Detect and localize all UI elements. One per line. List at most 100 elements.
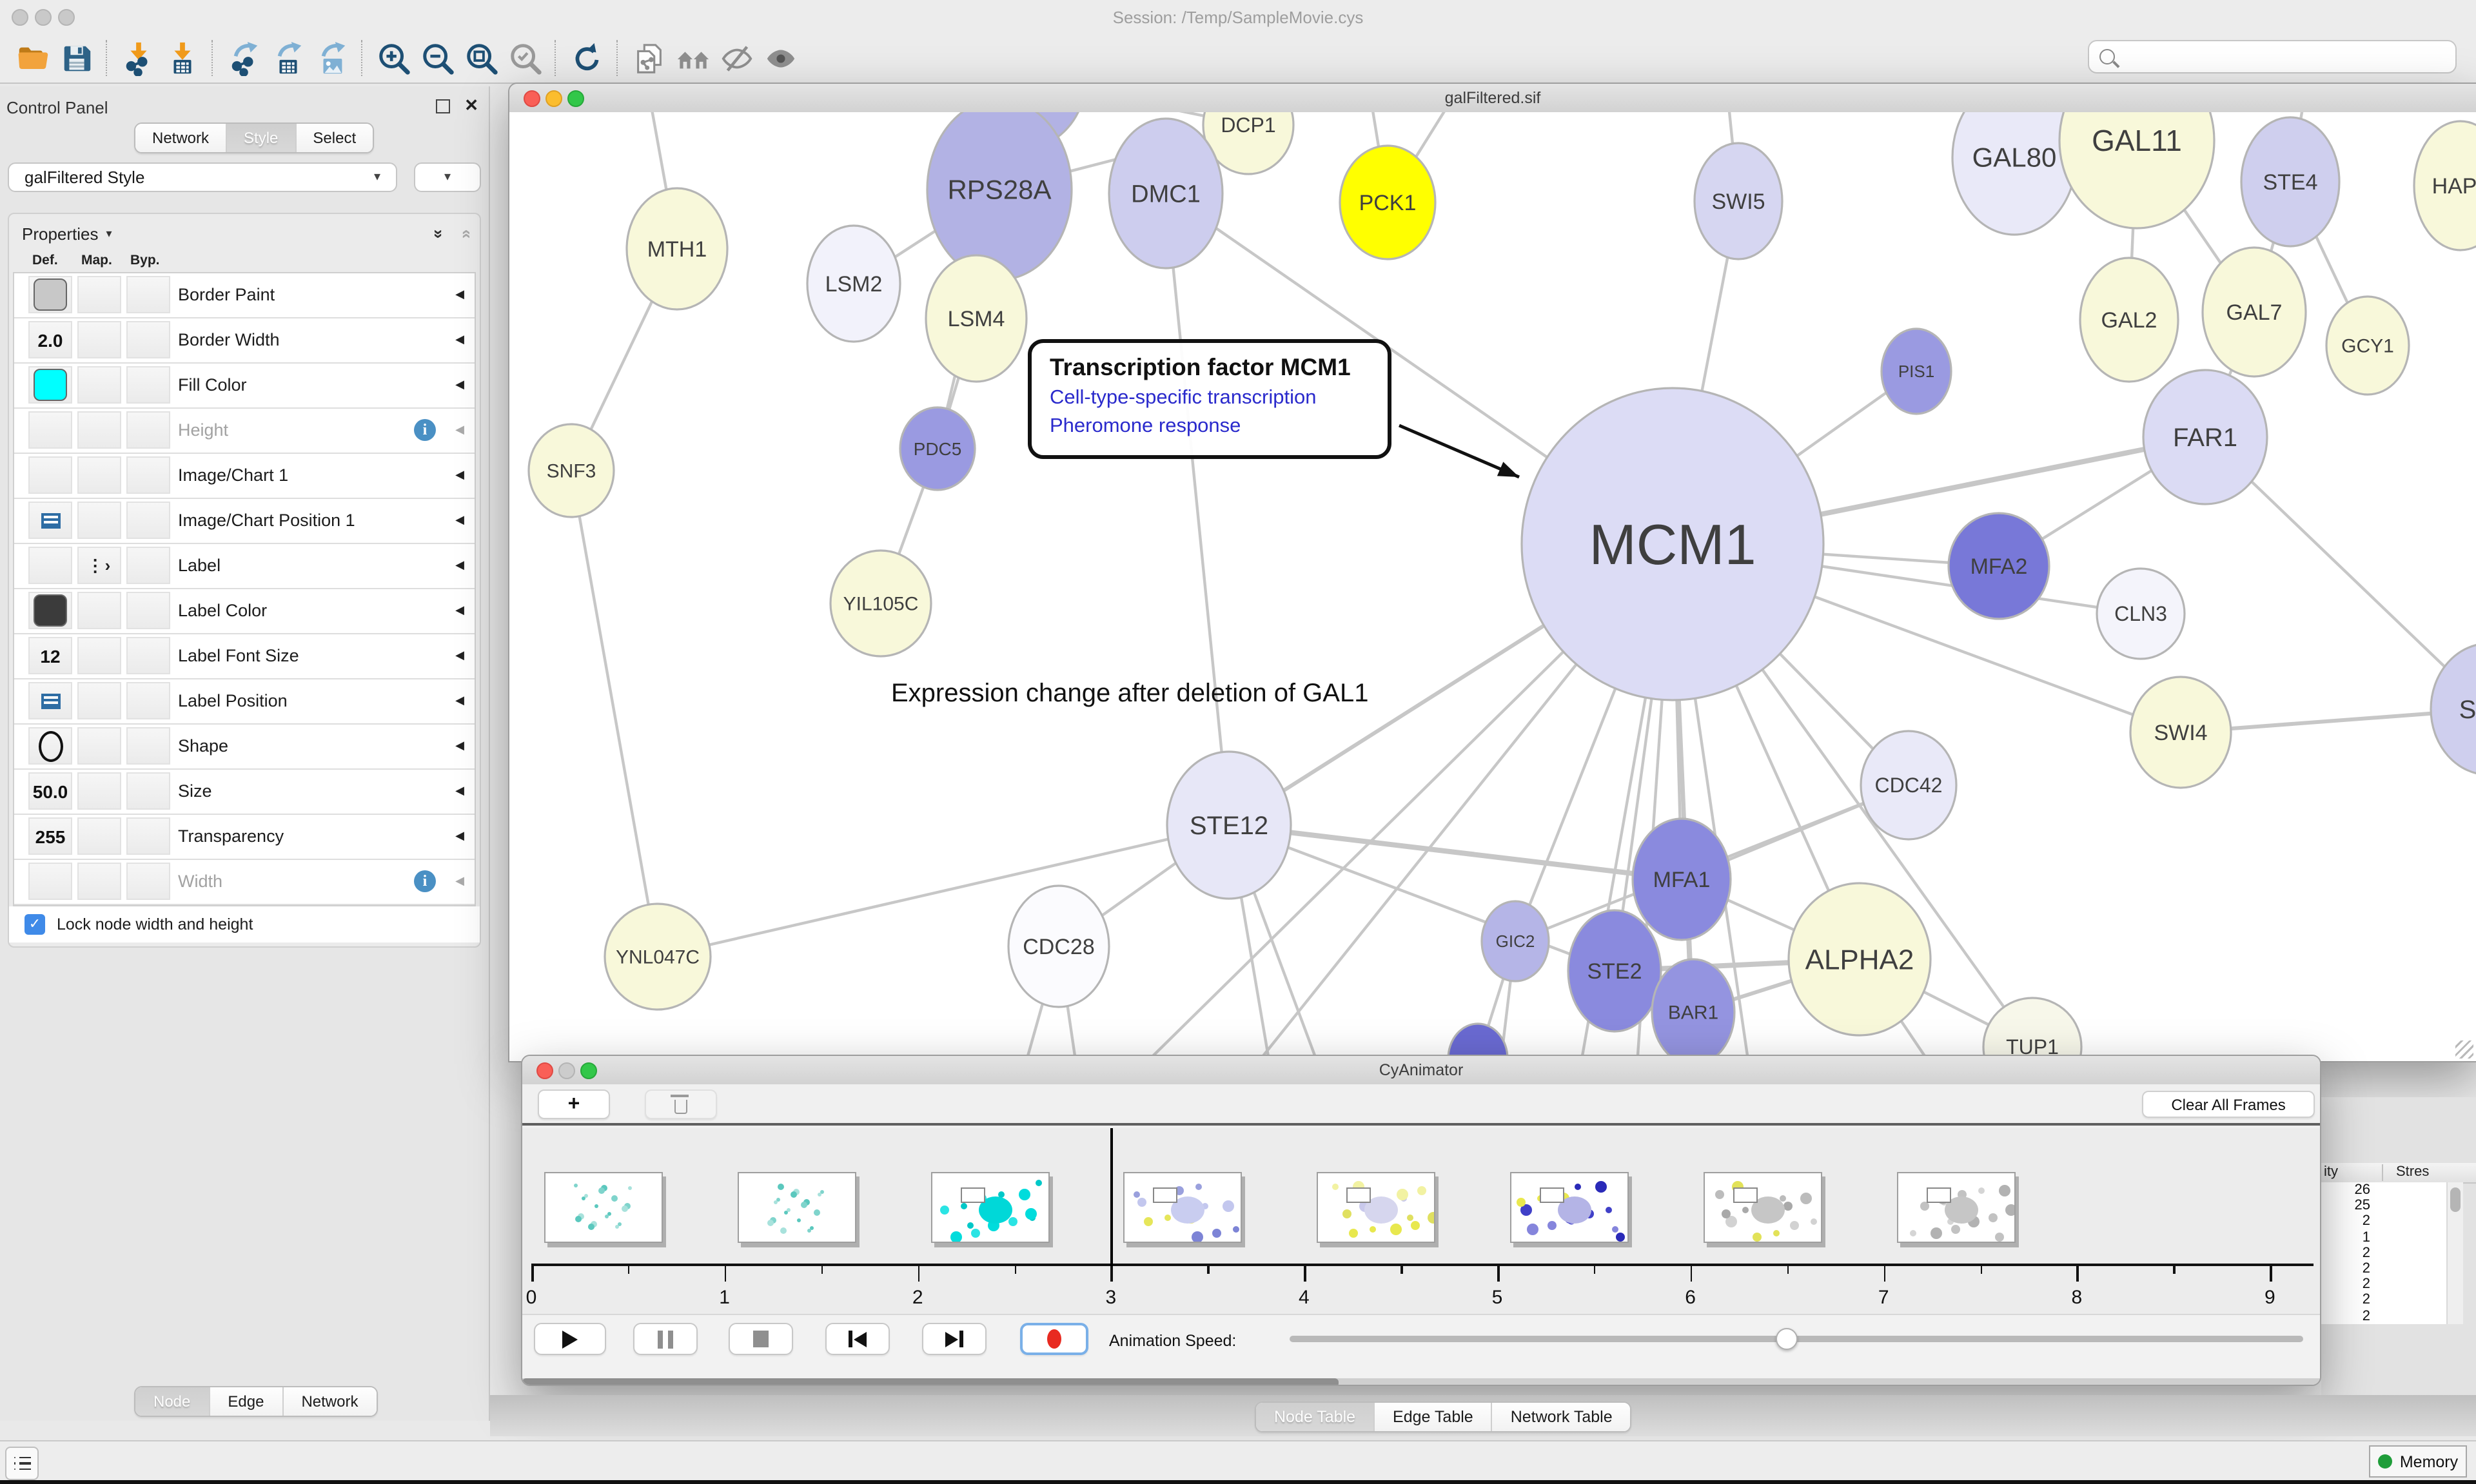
play-button[interactable] — [534, 1323, 606, 1355]
delete-frame-button[interactable] — [645, 1089, 717, 1119]
animation-speed-slider[interactable] — [1290, 1336, 2303, 1342]
table-row[interactable]: 2 — [2321, 1276, 2446, 1292]
expand-row-icon[interactable]: ◀ — [455, 694, 464, 708]
frame-thumbnail-2[interactable] — [930, 1172, 1049, 1243]
network-node-LSM2[interactable]: LSM2 — [807, 226, 900, 342]
network-node-STE12[interactable]: STE12 — [1167, 752, 1291, 899]
add-frame-button[interactable]: + — [538, 1089, 610, 1119]
def-cell[interactable] — [28, 456, 72, 494]
network-node-MTH1[interactable]: MTH1 — [627, 188, 727, 309]
clear-all-frames-button[interactable]: Clear All Frames — [2142, 1091, 2315, 1118]
refresh-button[interactable] — [565, 37, 609, 79]
byp-cell[interactable] — [126, 276, 170, 313]
annotation-link[interactable]: Pheromone response — [1050, 415, 1388, 438]
style-target-tab-network[interactable]: Network — [282, 1387, 376, 1416]
expand-row-icon[interactable]: ◀ — [455, 603, 464, 618]
expand-row-icon[interactable]: ◀ — [455, 829, 464, 843]
export-network-button[interactable] — [222, 37, 266, 79]
frame-thumbnail-0[interactable] — [544, 1172, 663, 1243]
def-cell[interactable] — [28, 863, 72, 900]
style-target-tab-node[interactable]: Node — [135, 1387, 208, 1416]
def-cell[interactable]: 255 — [28, 817, 72, 855]
network-node-SLT2[interactable]: SLT2 — [2431, 643, 2476, 775]
network-canvas[interactable]: DCP1RPS28ADMC1PCK1MTH1LSM2LSM4PDC5SNF3YI… — [509, 112, 2476, 1062]
network-node-SWI5[interactable]: SWI5 — [1695, 143, 1782, 259]
tab-network-table[interactable]: Network Table — [1491, 1403, 1631, 1431]
def-cell[interactable]: 50.0 — [28, 772, 72, 810]
network-node-GAL80[interactable]: GAL80 — [1952, 112, 2076, 235]
network-node-GAL7[interactable]: GAL7 — [2203, 248, 2306, 376]
def-cell[interactable]: 12 — [28, 637, 72, 674]
expand-row-icon[interactable]: ◀ — [455, 378, 464, 392]
network-node-PCK1[interactable]: PCK1 — [1340, 146, 1435, 259]
def-cell[interactable] — [28, 276, 72, 313]
property-row-transparency[interactable]: 255Transparency◀ — [14, 815, 475, 860]
tab-style[interactable]: Style — [226, 124, 295, 152]
def-cell[interactable]: 2.0 — [28, 321, 72, 358]
import-table-button[interactable] — [160, 37, 204, 79]
expand-row-icon[interactable]: ◀ — [455, 288, 464, 302]
network-node-PIS1[interactable]: PIS1 — [1882, 329, 1951, 414]
network-node-YNL047C[interactable]: YNL047C — [605, 904, 711, 1010]
map-cell[interactable] — [77, 411, 121, 449]
property-row-label[interactable]: ⋮›Label◀ — [14, 544, 475, 589]
frame-thumbnail-7[interactable] — [1896, 1172, 2015, 1243]
tab-select[interactable]: Select — [295, 124, 373, 152]
byp-cell[interactable] — [126, 772, 170, 810]
table-row[interactable]: 26 — [2321, 1182, 2446, 1198]
skip-to-end-button[interactable] — [922, 1323, 987, 1355]
save-session-button[interactable] — [54, 37, 98, 79]
network-node-MFA2[interactable]: MFA2 — [1949, 513, 2049, 619]
task-history-button[interactable] — [5, 1447, 39, 1480]
timeline-playhead[interactable] — [1111, 1128, 1113, 1266]
expand-row-icon[interactable]: ◀ — [455, 513, 464, 527]
style-target-tab-edge[interactable]: Edge — [208, 1387, 282, 1416]
network-node-PDC5[interactable]: PDC5 — [900, 407, 975, 490]
network-node-CDC28[interactable]: CDC28 — [1008, 886, 1109, 1007]
zoom-out-button[interactable] — [415, 37, 459, 79]
lock-size-checkbox[interactable]: ✓ — [25, 914, 45, 935]
property-row-image-chart-1[interactable]: Image/Chart 1◀ — [14, 454, 475, 499]
map-cell[interactable] — [77, 637, 121, 674]
network-node-ALPHA2[interactable]: ALPHA2 — [1789, 883, 1931, 1035]
def-cell[interactable] — [28, 366, 72, 404]
network-node-STE4[interactable]: STE4 — [2241, 117, 2339, 246]
expand-row-icon[interactable]: ◀ — [455, 739, 464, 753]
byp-cell[interactable] — [126, 817, 170, 855]
expand-row-icon[interactable]: ◀ — [455, 558, 464, 572]
resize-grip[interactable] — [2455, 1040, 2473, 1059]
expand-row-icon[interactable]: ◀ — [455, 333, 464, 347]
table-column-header[interactable]: Stres — [2396, 1164, 2429, 1180]
property-row-border-paint[interactable]: Border Paint◀ — [14, 273, 475, 318]
map-cell[interactable]: ⋮› — [77, 547, 121, 584]
table-row[interactable]: 25 — [2321, 1198, 2446, 1213]
network-node-HAP2[interactable]: HAP2 — [2414, 121, 2476, 250]
table-row[interactable]: 2 — [2321, 1308, 2446, 1323]
network-node-YIL105C[interactable]: YIL105C — [830, 551, 931, 656]
def-cell[interactable] — [28, 592, 72, 629]
property-row-width[interactable]: Widthi◀ — [14, 860, 475, 905]
record-button[interactable] — [1020, 1323, 1088, 1355]
network-node-MCM1[interactable]: MCM1 — [1522, 388, 1823, 700]
frame-thumbnail-6[interactable] — [1704, 1172, 1822, 1243]
property-row-size[interactable]: 50.0Size◀ — [14, 770, 475, 815]
style-select[interactable]: galFiltered Style ▾ — [8, 162, 397, 192]
export-image-button[interactable] — [310, 37, 353, 79]
network-node-SNF3[interactable]: SNF3 — [529, 424, 614, 517]
byp-cell[interactable] — [126, 592, 170, 629]
network-node-GAL2[interactable]: GAL2 — [2080, 258, 2178, 382]
byp-cell[interactable] — [126, 366, 170, 404]
info-icon[interactable]: i — [414, 419, 436, 441]
table-vertical-scrollbar[interactable] — [2446, 1182, 2463, 1324]
collapse-all-icon[interactable]: » — [455, 229, 475, 239]
property-row-fill-color[interactable]: Fill Color◀ — [14, 364, 475, 409]
table-column-header[interactable]: ity — [2324, 1164, 2338, 1180]
byp-cell[interactable] — [126, 727, 170, 765]
frame-thumbnail-5[interactable] — [1510, 1172, 1629, 1243]
timeline-horizontal-scrollbar[interactable] — [522, 1378, 2320, 1386]
network-node-STE2[interactable]: STE2 — [1568, 910, 1661, 1031]
network-node-SWI4[interactable]: SWI4 — [2130, 677, 2231, 788]
property-row-shape[interactable]: Shape◀ — [14, 725, 475, 770]
zoom-in-button[interactable] — [371, 37, 415, 79]
map-cell[interactable] — [77, 366, 121, 404]
